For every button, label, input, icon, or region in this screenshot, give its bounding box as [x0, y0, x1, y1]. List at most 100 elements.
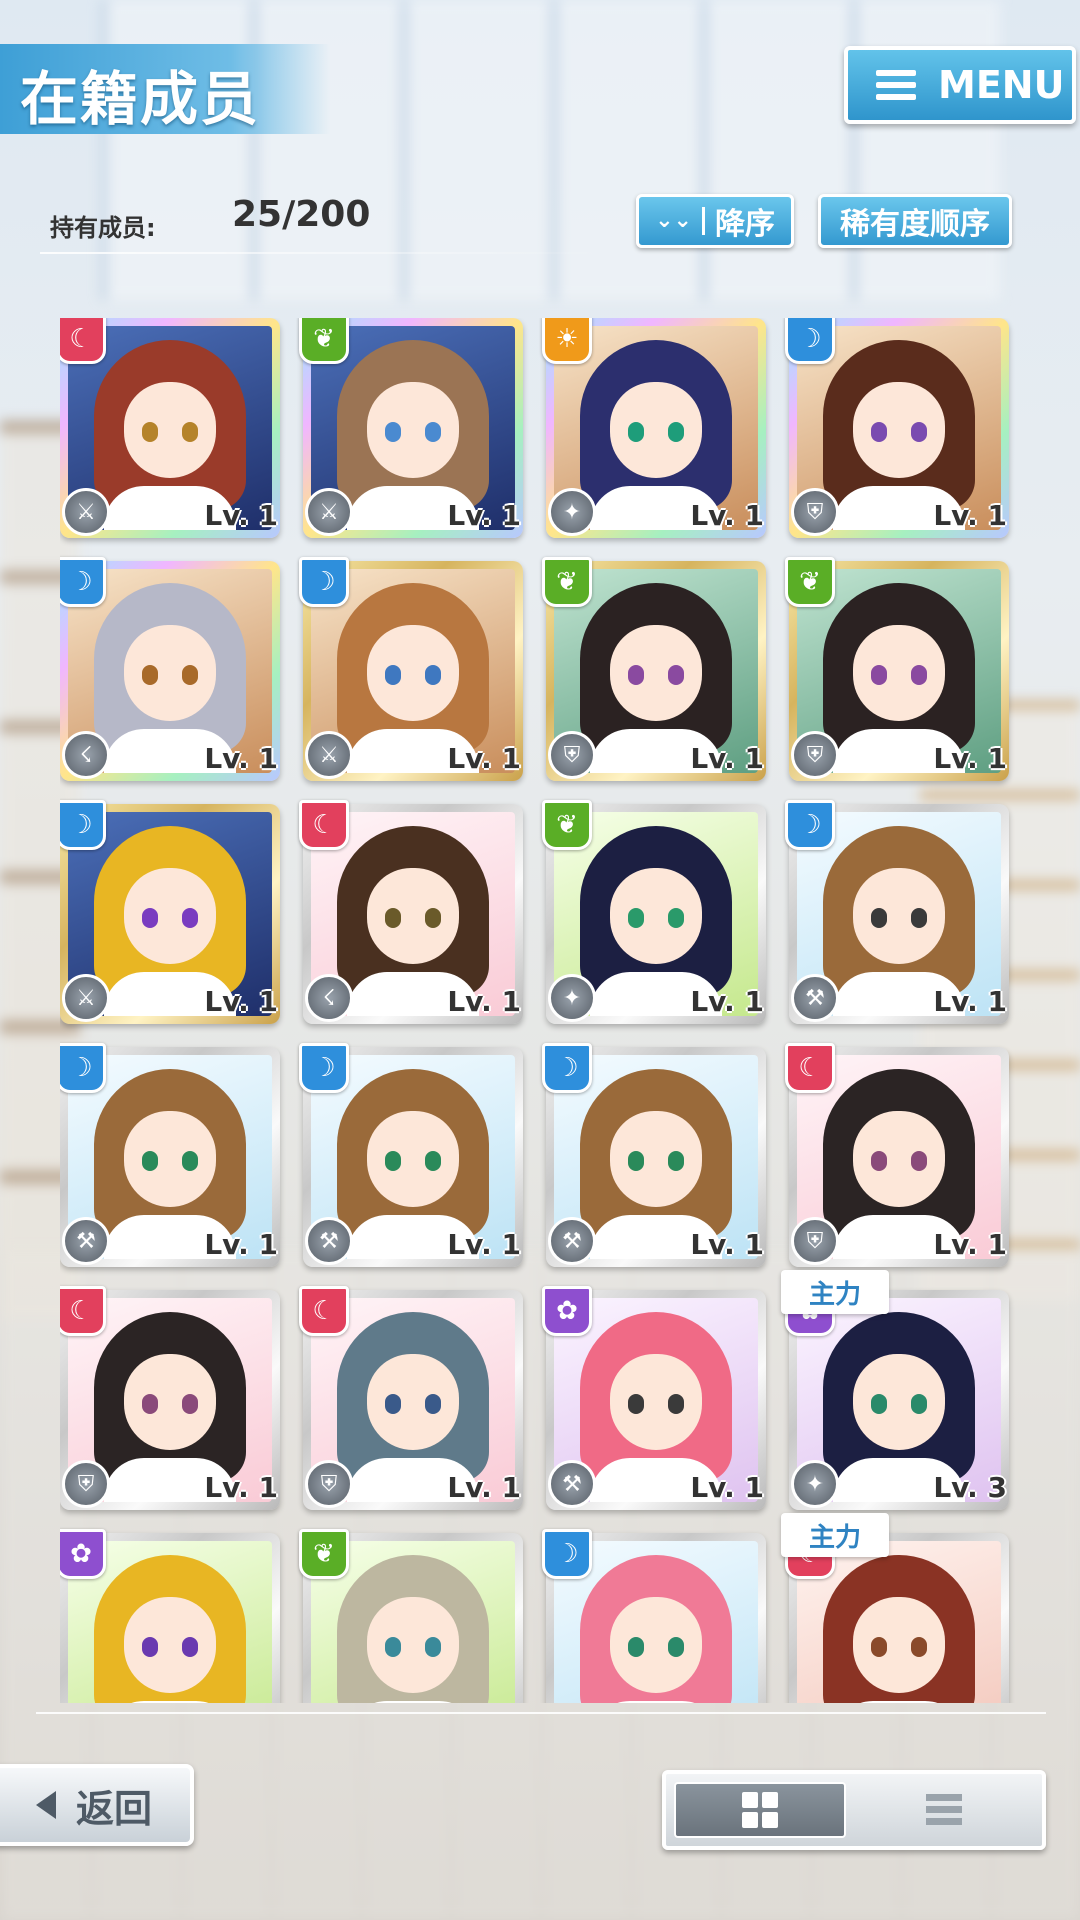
sort-order-button[interactable]: ⌄⌄ 降序 — [636, 194, 794, 248]
sort-rarity-button[interactable]: 稀有度顺序 — [818, 194, 1012, 248]
moon-attribute-icon: ☾ — [60, 318, 106, 364]
member-card[interactable]: ❦ ⚔ Lv. 1 — [299, 318, 523, 538]
member-level: Lv. 1 — [933, 985, 1007, 1018]
main-member-tag: 主力 — [781, 1270, 889, 1314]
back-button[interactable]: 返回 — [0, 1764, 194, 1846]
crescent-attribute-icon: ☽ — [299, 557, 349, 607]
member-card[interactable]: ☽ ⚒ Lv. 1 — [542, 1043, 766, 1267]
back-arrow-icon — [36, 1791, 56, 1819]
flower-attribute-icon: ✿ — [542, 1286, 592, 1336]
member-level: Lv. 1 — [933, 1228, 1007, 1261]
member-card[interactable]: ✿⚔ — [60, 1529, 280, 1703]
member-card[interactable]: ☽ ⚒ Lv. 1 — [785, 800, 1009, 1024]
member-level: Lv. 1 — [690, 742, 764, 775]
moon-attribute-icon: ☾ — [299, 1286, 349, 1336]
hammer-weapon-icon: ⚒ — [548, 1460, 596, 1508]
view-mode-toggle — [662, 1770, 1046, 1850]
member-card[interactable]: ❦ ✦ Lv. 1 — [542, 800, 766, 1024]
crescent-attribute-icon: ☽ — [542, 1043, 592, 1093]
hammer-weapon-icon: ⚒ — [305, 1217, 353, 1265]
gun-weapon-icon: ✦ — [791, 1460, 839, 1508]
member-count-label: 持有成员: — [50, 214, 156, 242]
moon-attribute-icon: ☾ — [60, 1286, 106, 1336]
sword-weapon-icon: ⚔ — [62, 488, 110, 536]
member-level: Lv. 1 — [447, 742, 521, 775]
member-card[interactable]: ✿✦Lv. 3 — [785, 1286, 1009, 1510]
shield-weapon-icon: ⛨ — [791, 731, 839, 779]
member-card[interactable]: ☽⚔ — [542, 1529, 766, 1703]
crescent-attribute-icon: ☽ — [785, 318, 835, 364]
member-level: Lv. 1 — [204, 1471, 278, 1504]
gun-weapon-icon: ✦ — [548, 974, 596, 1022]
leaf-attribute-icon: ❦ — [542, 800, 592, 850]
crescent-attribute-icon: ☽ — [785, 800, 835, 850]
member-card[interactable]: ☽ ⛨ Lv. 1 — [785, 318, 1009, 538]
member-level: Lv. 1 — [447, 985, 521, 1018]
member-card[interactable]: ☾ ⛨ Lv. 1 — [60, 1286, 280, 1510]
member-level: Lv. 1 — [690, 1471, 764, 1504]
member-level: Lv. 1 — [447, 1228, 521, 1261]
member-count-value: 25/200 — [232, 194, 371, 235]
list-view-button[interactable] — [894, 1788, 994, 1832]
member-card[interactable]: ☽ ☇ Lv. 1 — [60, 557, 280, 781]
hammer-weapon-icon: ⚒ — [548, 1217, 596, 1265]
list-view-icon — [926, 1794, 962, 1826]
crescent-attribute-icon: ☽ — [299, 1043, 349, 1093]
shield-weapon-icon: ⛨ — [791, 1217, 839, 1265]
sort-order-label: 降序 — [714, 207, 775, 242]
member-level: Lv. 1 — [690, 499, 764, 532]
member-card[interactable]: ☾⚔ — [785, 1529, 1009, 1703]
leaf-attribute-icon: ❦ — [785, 557, 835, 607]
member-card[interactable]: ❦ ⛨ Lv. 1 — [542, 557, 766, 781]
member-level: Lv. 1 — [204, 1228, 278, 1261]
scythe-weapon-icon: ☇ — [305, 974, 353, 1022]
member-card[interactable]: ☾ ☇ Lv. 1 — [299, 800, 523, 1024]
menu-label: MENU — [938, 63, 1065, 107]
shield-weapon-icon: ⛨ — [548, 731, 596, 779]
member-card[interactable]: ☽ ⚔ Lv. 1 — [299, 557, 523, 781]
member-grid[interactable]: ☾ ⚔ Lv. 1 ❦ ⚔ Lv. 1 ☀ ✦ Lv. 1 ☽ ⛨ Lv. 1 ☽ ☇ Lv. 1 ☽ ⚔ Lv.… — [60, 318, 1020, 1703]
page-title: 在籍成员 — [20, 65, 261, 133]
leaf-attribute-icon: ❦ — [299, 1529, 349, 1579]
member-card[interactable]: ☽ ⚒ Lv. 1 — [299, 1043, 523, 1267]
sort-rarity-label: 稀有度顺序 — [840, 207, 990, 242]
member-level: Lv. 1 — [204, 985, 278, 1018]
member-card[interactable]: ☾ ⛨ Lv. 1 — [299, 1286, 523, 1510]
hamburger-icon — [876, 70, 916, 100]
member-level: Lv. 1 — [690, 1228, 764, 1261]
sword-weapon-icon: ⚔ — [305, 488, 353, 536]
member-card[interactable]: ☀ ✦ Lv. 1 — [542, 318, 766, 538]
member-card[interactable]: ☽ ⚔ Lv. 1 — [60, 800, 280, 1024]
leaf-attribute-icon: ❦ — [542, 557, 592, 607]
sun-attribute-icon: ☀ — [542, 318, 592, 364]
member-card[interactable]: ❦ ⛨ Lv. 1 — [785, 557, 1009, 781]
shield-weapon-icon: ⛨ — [305, 1460, 353, 1508]
member-card[interactable]: ☾ ⛨ Lv. 1 — [785, 1043, 1009, 1267]
member-level: Lv. 3 — [933, 1471, 1007, 1504]
gun-weapon-icon: ✦ — [548, 488, 596, 536]
crescent-attribute-icon: ☽ — [542, 1529, 592, 1579]
sword-weapon-icon: ⚔ — [62, 974, 110, 1022]
crescent-attribute-icon: ☽ — [60, 800, 106, 850]
main-member-tag: 主力 — [781, 1513, 889, 1557]
footer-divider — [36, 1712, 1046, 1714]
menu-button[interactable]: MENU — [844, 46, 1076, 124]
grid-view-button[interactable] — [674, 1782, 846, 1838]
moon-attribute-icon: ☾ — [299, 800, 349, 850]
member-card[interactable]: ✿ ⚒ Lv. 1 — [542, 1286, 766, 1510]
sword-weapon-icon: ⚔ — [305, 731, 353, 779]
shield-weapon-icon: ⛨ — [62, 1460, 110, 1508]
member-card[interactable]: ☽ ⚒ Lv. 1 — [60, 1043, 280, 1267]
grid-view-icon — [742, 1792, 778, 1828]
member-level: Lv. 1 — [447, 499, 521, 532]
member-level: Lv. 1 — [204, 742, 278, 775]
member-card[interactable]: ❦⚔ — [299, 1529, 523, 1703]
leaf-attribute-icon: ❦ — [299, 318, 349, 364]
scythe-weapon-icon: ☇ — [62, 731, 110, 779]
divider — [40, 252, 610, 254]
flower-attribute-icon: ✿ — [60, 1529, 106, 1579]
member-level: Lv. 1 — [690, 985, 764, 1018]
member-level: Lv. 1 — [933, 499, 1007, 532]
hammer-weapon-icon: ⚒ — [62, 1217, 110, 1265]
member-card[interactable]: ☾ ⚔ Lv. 1 — [60, 318, 280, 538]
